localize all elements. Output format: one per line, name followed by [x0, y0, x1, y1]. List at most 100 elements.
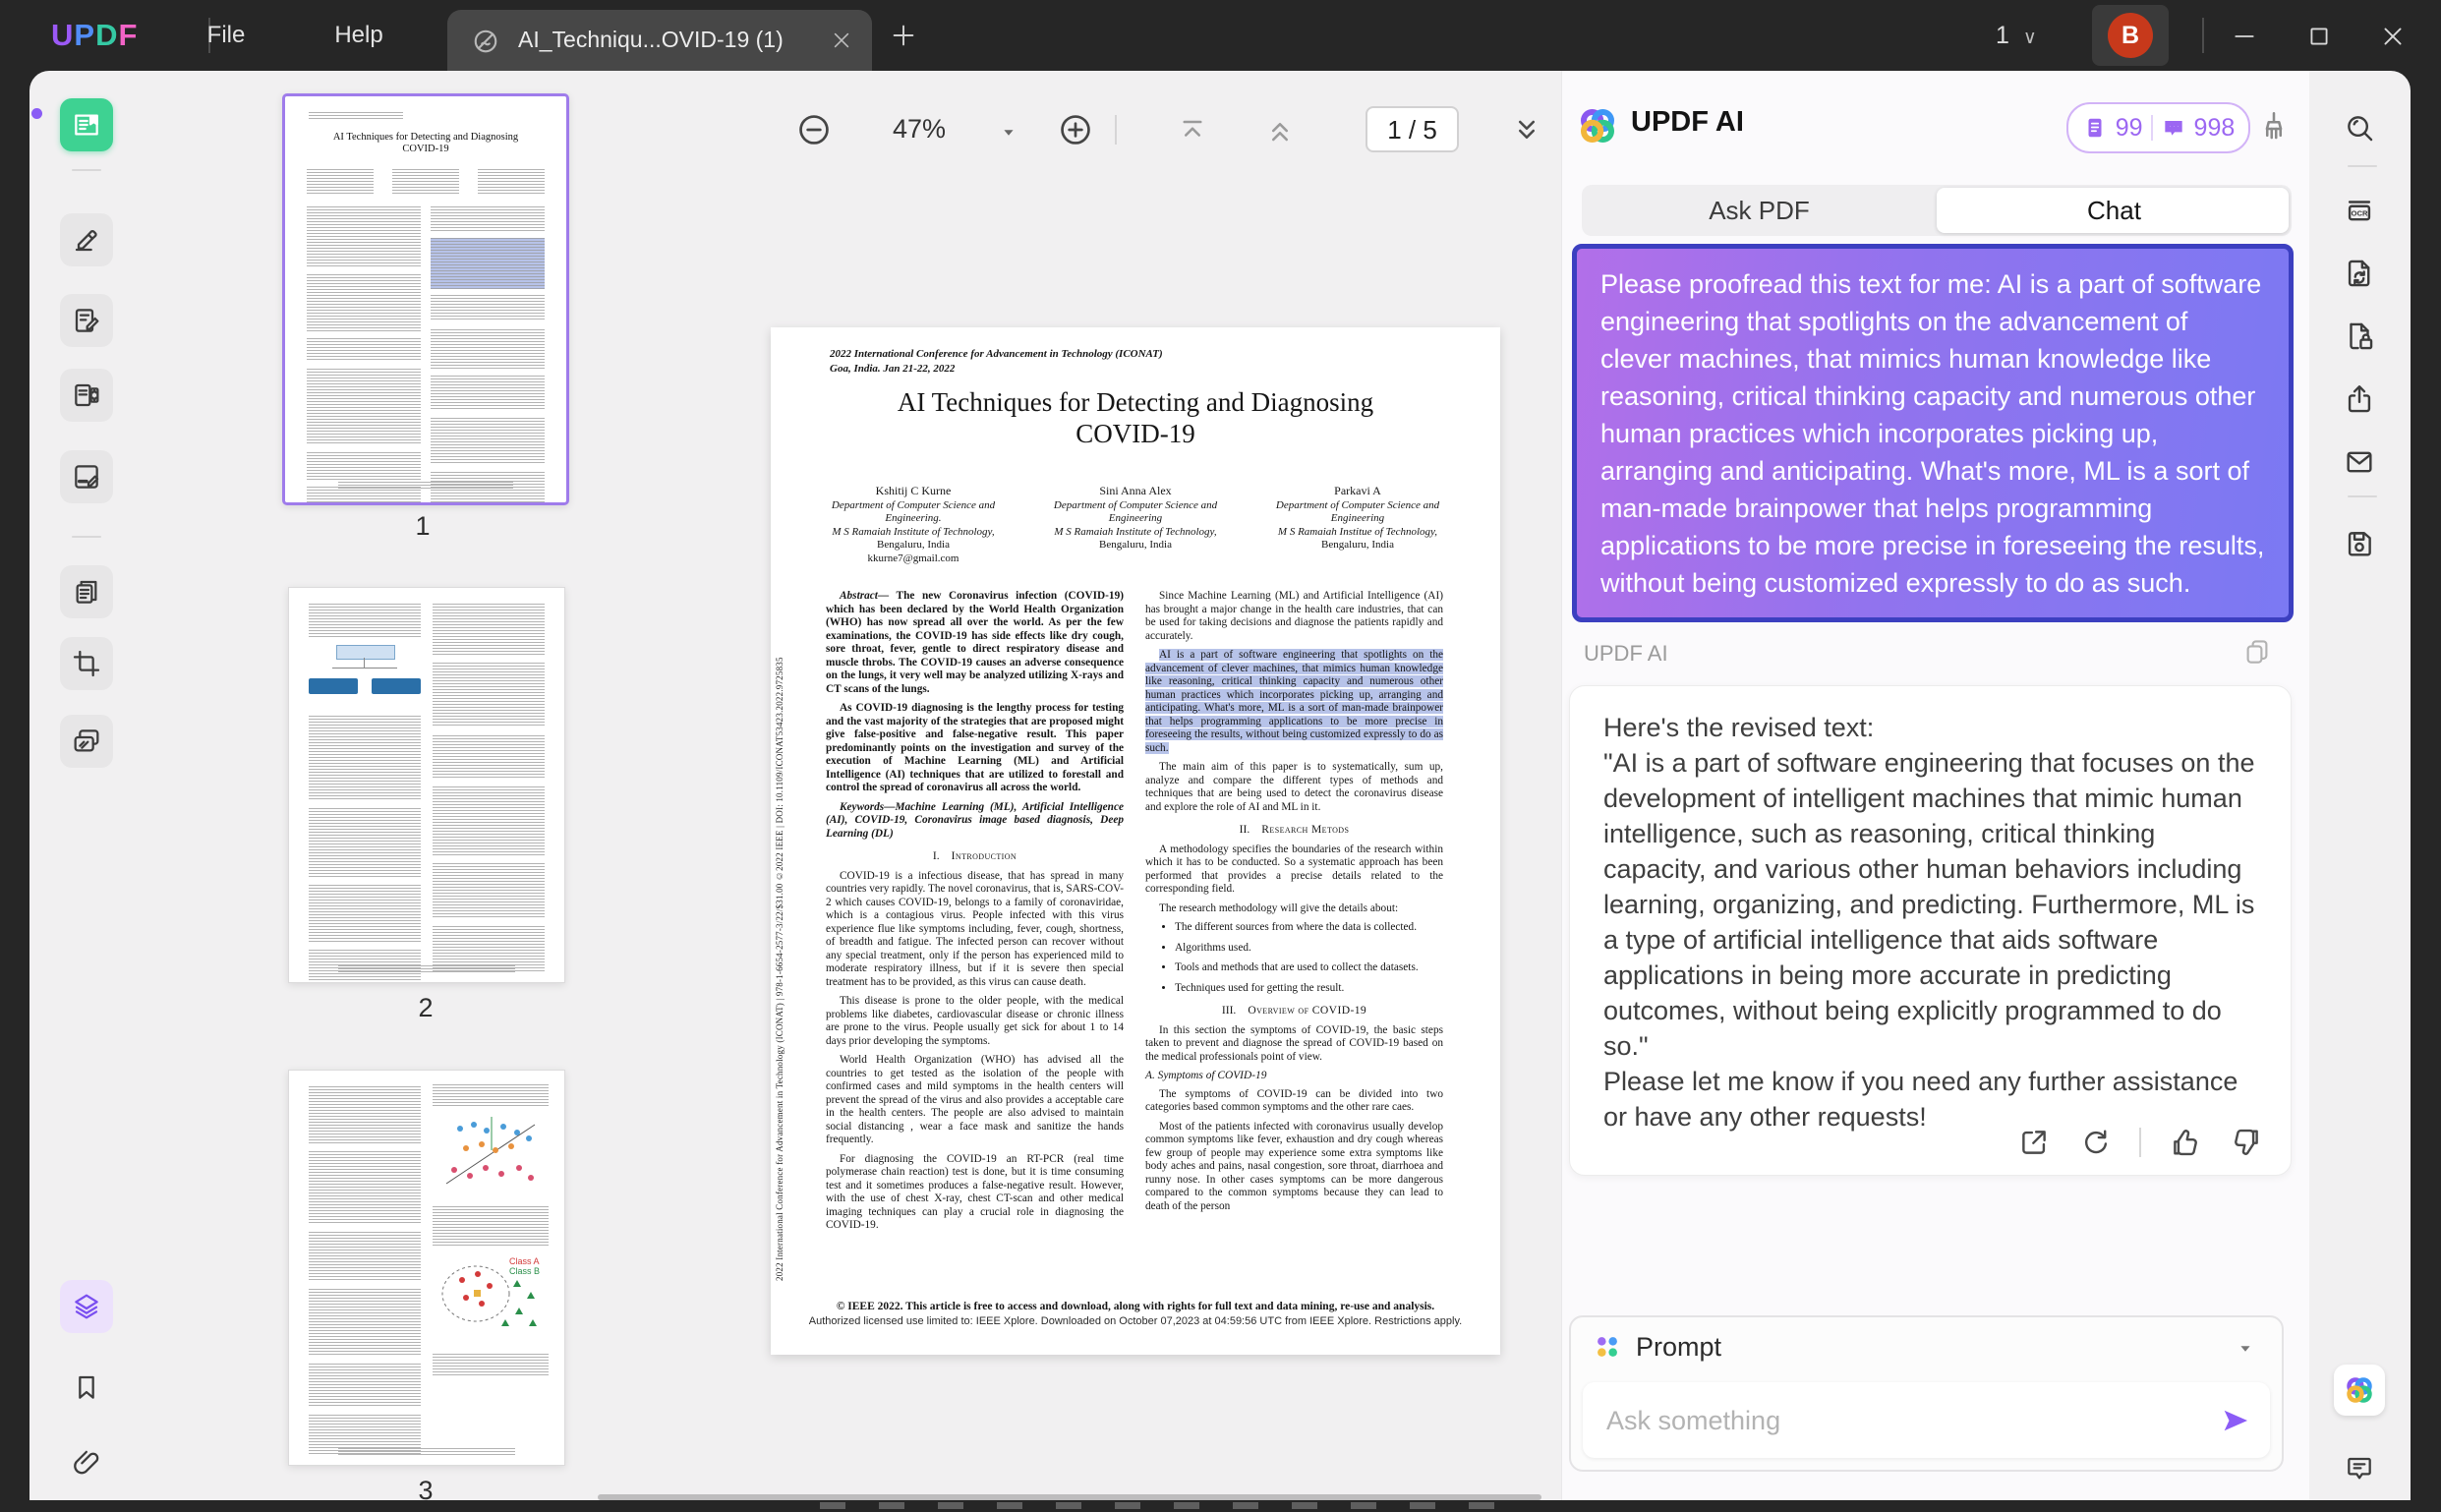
zoom-out-button[interactable] [795, 111, 833, 148]
tab-title: AI_Techniqu...OVID-19 (1) [518, 27, 784, 52]
prompt-caret-icon[interactable] [2235, 1338, 2256, 1360]
tool-crop[interactable] [60, 637, 113, 690]
zoom-level[interactable]: 47% [870, 114, 968, 145]
ai-credits[interactable]: 99 998 [2066, 102, 2250, 153]
paper-author: Kshitij C Kurne Department of Computer Sc… [831, 484, 996, 564]
thumbs-up-icon[interactable] [2169, 1126, 2202, 1159]
updf-ai-logo [2342, 1372, 2377, 1408]
paper-left-column: Abstract— The new Coronavirus infection … [826, 590, 1124, 1239]
tool-convert[interactable] [2336, 250, 2383, 297]
document-tab[interactable]: AI_Techniqu...OVID-19 (1) [447, 10, 872, 71]
paper-paragraph: COVID-19 is a infectious disease, that h… [826, 869, 1124, 988]
paper-title: AI Techniques for Detecting and Diagnosi… [897, 387, 1374, 448]
tool-protect[interactable] [2336, 313, 2383, 360]
actions-divider [2139, 1128, 2141, 1157]
previous-page-button[interactable] [1262, 113, 1298, 148]
tool-share[interactable] [2336, 376, 2383, 423]
tab-ask-pdf[interactable]: Ask PDF [1582, 185, 1937, 236]
crop-icon [71, 648, 102, 679]
tool-bookmark[interactable] [60, 1361, 113, 1414]
paper-paragraph: This disease is prone to the older peopl… [826, 995, 1124, 1047]
account-button[interactable]: B [2092, 5, 2169, 66]
tool-comment[interactable] [2338, 1447, 2381, 1490]
page-indicator[interactable]: 1 / 5 [1366, 106, 1459, 152]
next-page-button[interactable] [1509, 113, 1544, 148]
new-tab-button[interactable] [890, 22, 917, 49]
zoom-dropdown-caret[interactable] [998, 122, 1019, 144]
paper-right-column: Since Machine Learning (ML) and Artifici… [1145, 590, 1443, 1219]
convert-icon [2343, 257, 2376, 290]
paper-bullet: Tools and methods that are used to colle… [1175, 961, 1443, 975]
paper-paragraph: In this section the symptoms of COVID-19… [1145, 1023, 1443, 1063]
insert-to-pdf-icon[interactable] [2017, 1126, 2051, 1159]
screenshot-icon [71, 726, 102, 757]
menu-file[interactable]: File [187, 0, 265, 71]
svg-text:OCR: OCR [2352, 209, 2368, 218]
tool-edit[interactable] [60, 294, 113, 347]
tool-attachment[interactable] [60, 1437, 113, 1490]
tool-reader[interactable] [60, 98, 113, 151]
paper-side-text: 2022 International Conference for Advanc… [775, 657, 785, 1281]
selected-paragraph[interactable]: AI is a part of software engineering tha… [1145, 649, 1443, 755]
pdf-credit-count: 99 [2115, 113, 2143, 142]
regenerate-icon[interactable] [2078, 1126, 2112, 1159]
close-button[interactable] [2380, 24, 2406, 49]
prompt-dropdown[interactable]: Prompt [1636, 1332, 1721, 1363]
paper-paragraph: The main aim of this paper is to systema… [1145, 761, 1443, 813]
tool-email[interactable] [2336, 438, 2383, 486]
prompt-dots-icon [1591, 1330, 1624, 1364]
user-message[interactable]: Please proofread this text for me: AI is… [1572, 244, 2294, 622]
notification-dot [31, 108, 42, 119]
thumbnail-page-2[interactable] [288, 587, 565, 983]
paper-paragraph: The symptoms of COVID-19 can be divided … [1145, 1087, 1443, 1114]
menu-help[interactable]: Help [315, 0, 403, 71]
minimize-button[interactable] [2232, 24, 2257, 49]
tool-save[interactable] [2336, 520, 2383, 567]
layers-icon [71, 1291, 102, 1322]
tool-search[interactable] [2336, 104, 2383, 151]
thumbnail-label-3: 3 [418, 1476, 434, 1500]
chat-credit-count: 998 [2193, 113, 2236, 142]
cleaner-icon[interactable] [2256, 108, 2292, 144]
thumbs-down-icon[interactable] [2230, 1126, 2263, 1159]
updf-logo[interactable]: UPDF [51, 18, 138, 53]
pdf-page[interactable]: 2022 International Conference for Advanc… [771, 327, 1500, 1355]
paper-authors: Kshitij C Kurne Department of Computer Sc… [806, 484, 1465, 565]
thumbnail-page-3[interactable]: Class A Class B [288, 1070, 565, 1466]
save-icon [2343, 527, 2376, 560]
tab-chat[interactable]: Chat [1937, 185, 2292, 236]
window-count-dropdown[interactable]: 1 ∨ [1996, 0, 2037, 71]
paper-paragraph: Abstract— The new Coronavirus infection … [826, 590, 1124, 695]
tool-layers[interactable] [60, 1280, 113, 1333]
thumbnail-label-1: 1 [415, 511, 431, 541]
send-icon[interactable] [2219, 1404, 2252, 1437]
tab-close-icon[interactable] [831, 29, 852, 51]
ask-input[interactable] [1604, 1382, 2145, 1460]
zoom-in-button[interactable] [1057, 111, 1094, 148]
go-to-top-button[interactable] [1175, 113, 1210, 148]
paper-paragraph: For diagnosing the COVID-19 an RT-PCR (r… [826, 1152, 1124, 1232]
tool-fill-sign[interactable] [60, 450, 113, 503]
maximize-button[interactable] [2306, 24, 2332, 49]
updf-ai-logo [1574, 102, 1621, 149]
updf-ai-floating-button[interactable] [2334, 1365, 2385, 1416]
ai-response-card[interactable]: Here's the revised text: "AI is a part o… [1569, 685, 2292, 1176]
avatar: B [2108, 13, 2153, 58]
paper-paragraph: Most of the patients infected with coron… [1145, 1120, 1443, 1212]
conference-header: 2022 International Conference for Advanc… [830, 348, 1163, 375]
subsection-heading: A. Symptoms of COVID-19 [1145, 1070, 1267, 1081]
page-tools-icon [71, 576, 102, 608]
tool-highlighter[interactable] [60, 213, 113, 266]
svg-text:Class B: Class B [509, 1266, 540, 1276]
tool-ocr[interactable]: OCR [2336, 187, 2383, 234]
tool-page-tools[interactable] [60, 565, 113, 618]
tool-organize-pages[interactable] [60, 369, 113, 422]
paper-bullet: The different sources from where the dat… [1175, 921, 1443, 935]
copy-icon[interactable] [2242, 637, 2272, 667]
ai-panel-title: UPDF AI [1631, 106, 1744, 138]
thumbnail-page-1[interactable]: AI Techniques for Detecting and Diagnosi… [282, 93, 569, 505]
paper-footer: © IEEE 2022. This article is free to acc… [808, 1301, 1463, 1327]
application-window: UPDF File Help AI_Techniqu...OVID-19 (1)… [0, 0, 2441, 1512]
tool-screenshot[interactable] [60, 715, 113, 768]
highlighter-icon [71, 224, 102, 256]
